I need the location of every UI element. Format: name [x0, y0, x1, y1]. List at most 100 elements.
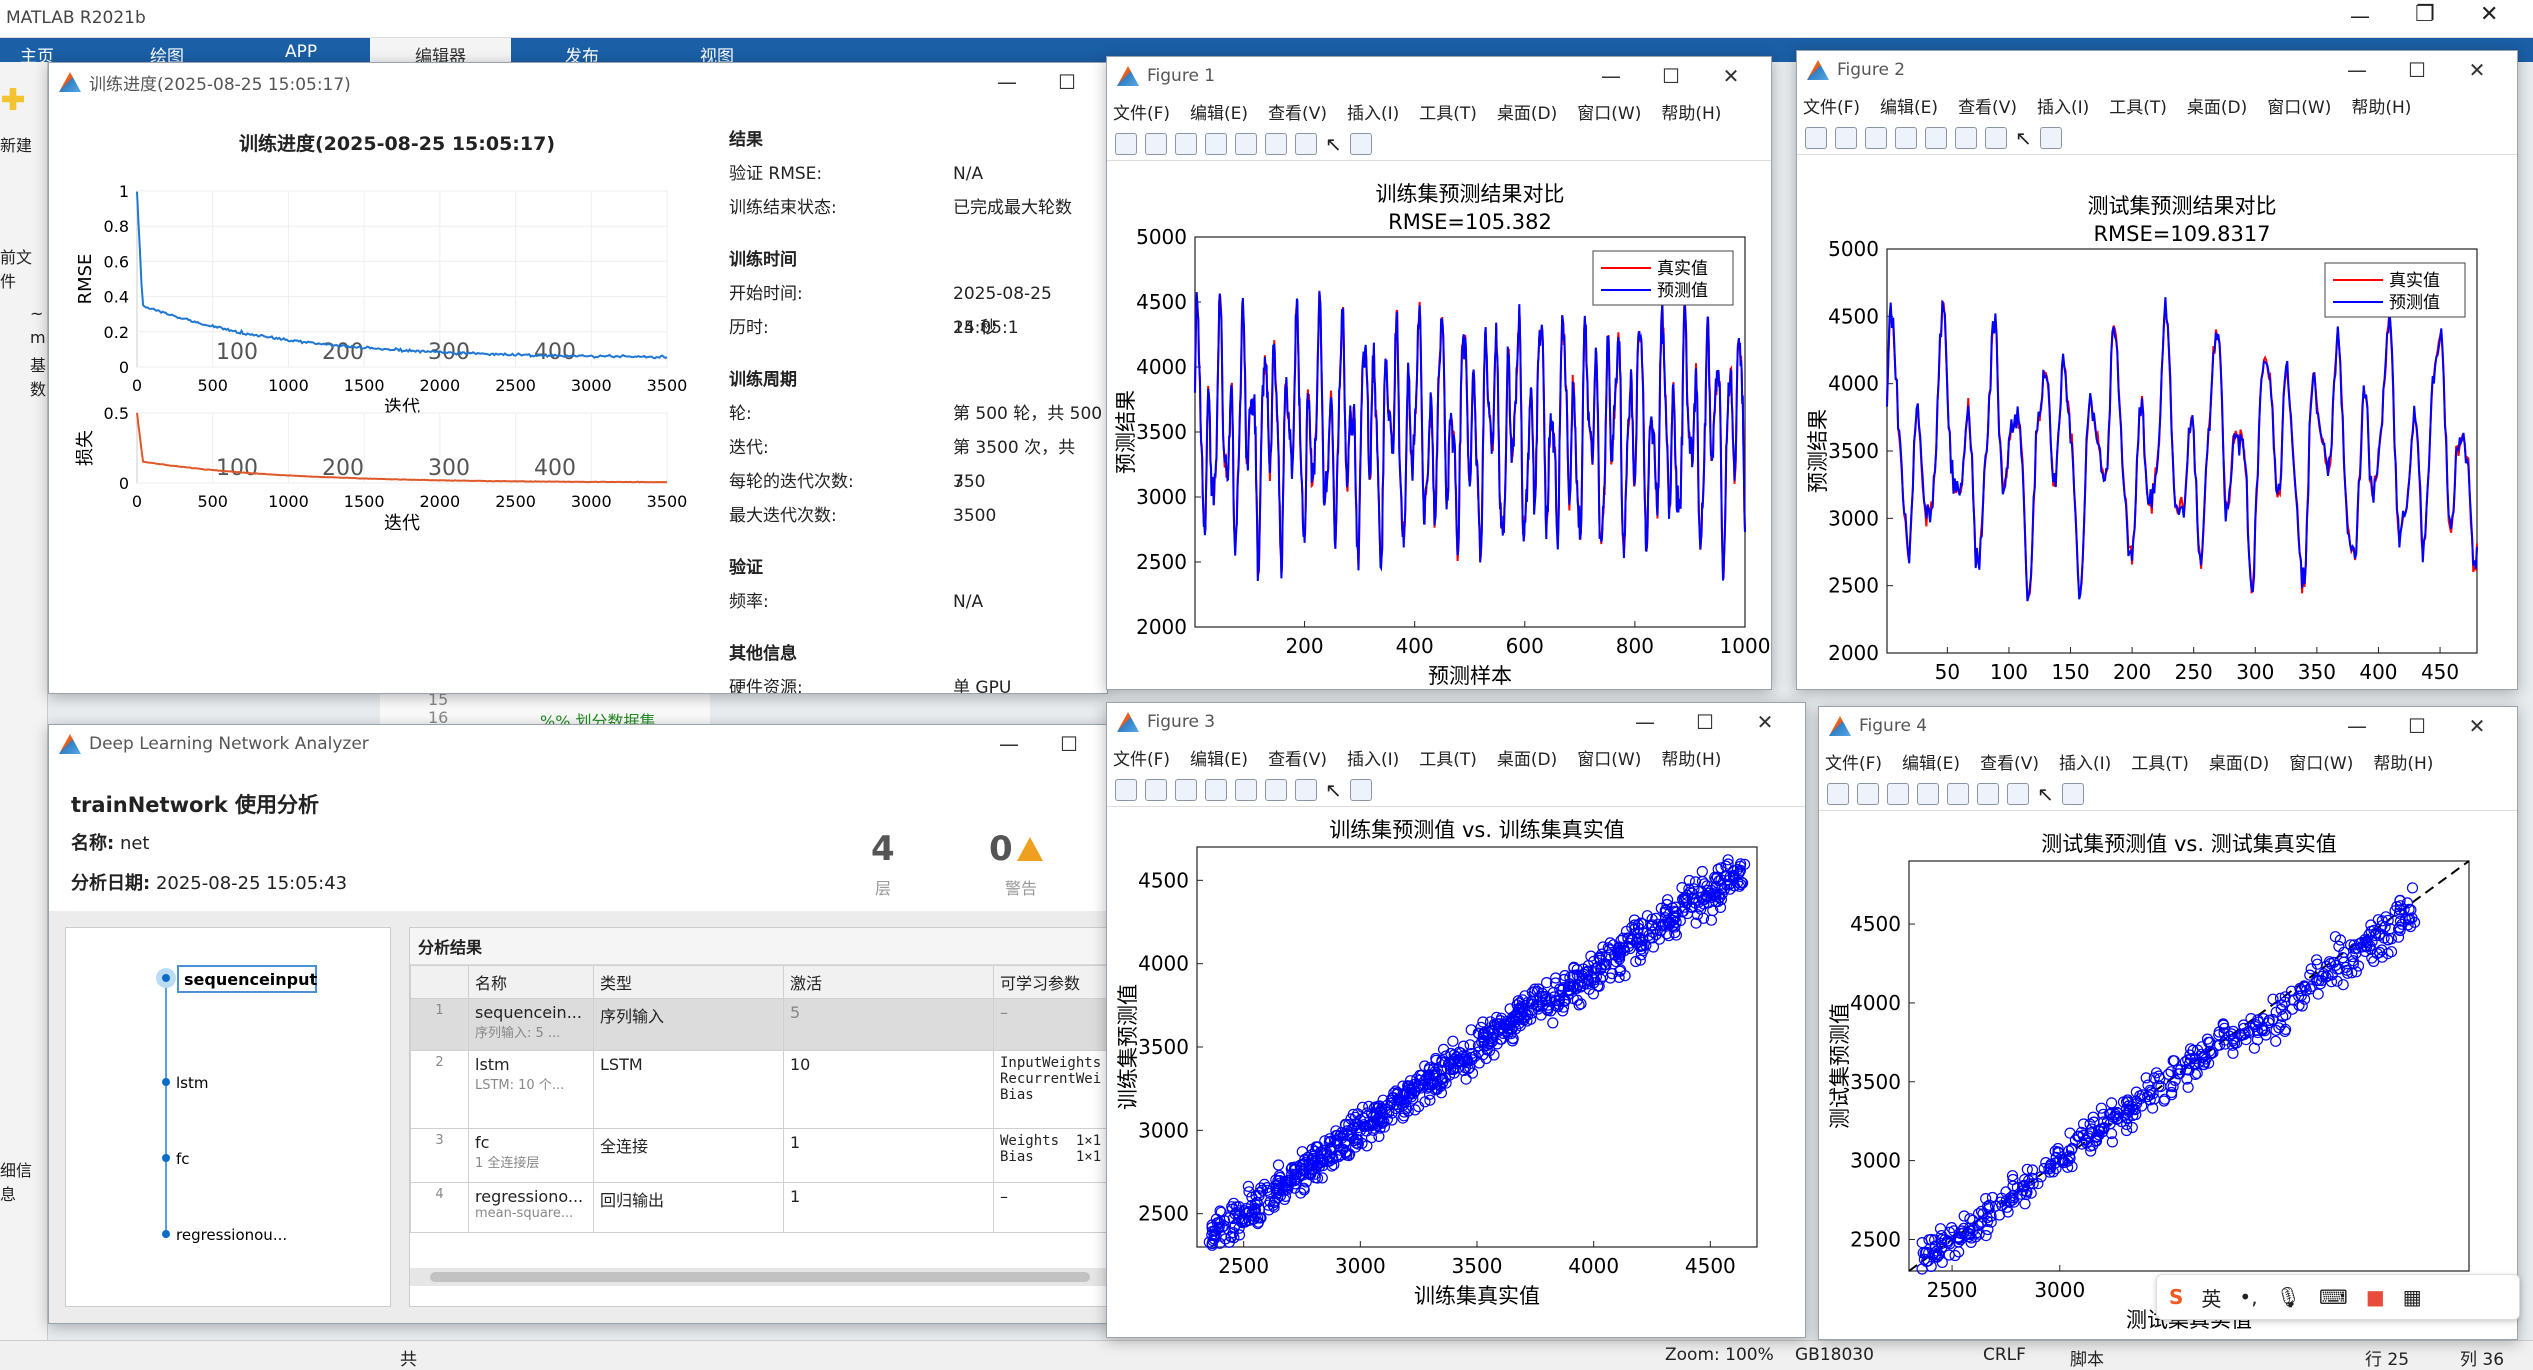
menu-insert[interactable]: 插入(I)	[2059, 749, 2111, 774]
maximize-button[interactable]: ❐	[2415, 2, 2435, 27]
menu-file[interactable]: 文件(F)	[1113, 745, 1170, 770]
maximize-button[interactable]: ☐	[1675, 710, 1735, 734]
print-icon[interactable]	[1205, 778, 1227, 801]
horizontal-scrollbar[interactable]	[410, 1268, 1109, 1286]
menu-file[interactable]: 文件(F)	[1113, 99, 1170, 124]
menu-edit[interactable]: 编辑(E)	[1190, 99, 1248, 124]
maximize-button[interactable]: ☐	[1641, 64, 1701, 88]
figure-3-plot[interactable]: 2500 3000 3500 4000 4500 4500 4000 3500 3000 2500…	[1107, 807, 1806, 1338]
pointer-icon[interactable]: ↖	[1325, 132, 1342, 156]
menu-view[interactable]: 查看(V)	[1268, 99, 1327, 124]
pointer-icon[interactable]: ↖	[2015, 126, 2032, 150]
minimize-button[interactable]: —	[1581, 64, 1641, 88]
property-editor-icon[interactable]	[2039, 126, 2062, 149]
link-icon[interactable]	[1947, 782, 1969, 805]
menu-window[interactable]: 窗口(W)	[2267, 93, 2331, 118]
menu-desktop[interactable]: 桌面(D)	[2187, 93, 2247, 118]
link-icon[interactable]	[1235, 778, 1257, 801]
save-icon[interactable]	[1175, 132, 1197, 155]
save-icon[interactable]	[1865, 126, 1887, 149]
menu-tools[interactable]: 工具(T)	[2109, 93, 2167, 118]
close-button[interactable]: ✕	[1701, 64, 1761, 88]
legend-icon[interactable]	[1295, 132, 1317, 155]
file-item-3[interactable]: 基	[30, 352, 46, 376]
menu-desktop[interactable]: 桌面(D)	[2209, 749, 2269, 774]
new-icon[interactable]	[2, 88, 24, 110]
punctuation-icon[interactable]: •,	[2239, 1285, 2257, 1309]
graph-label-3[interactable]: fc	[176, 1150, 190, 1168]
menu-tools[interactable]: 工具(T)	[1419, 745, 1477, 770]
table-row[interactable]: 4 regressiono... mean-square... 回归输出 1 –	[410, 1182, 1109, 1233]
menu-desktop[interactable]: 桌面(D)	[1497, 99, 1557, 124]
col-activations[interactable]: 激活	[783, 965, 994, 999]
menu-edit[interactable]: 编辑(E)	[1190, 745, 1248, 770]
save-icon[interactable]	[1887, 782, 1909, 805]
close-button[interactable]: ✕	[1735, 710, 1795, 734]
toolbox-icon[interactable]: ▦	[2403, 1285, 2422, 1309]
col-name[interactable]: 名称	[468, 965, 594, 999]
pointer-icon[interactable]: ↖	[1325, 778, 1342, 802]
legend-icon[interactable]	[2007, 782, 2029, 805]
menu-view[interactable]: 查看(V)	[1980, 749, 2039, 774]
close-button[interactable]: ✕	[2447, 714, 2507, 738]
sogou-logo-icon[interactable]: S	[2169, 1285, 2183, 1309]
graph-node-2[interactable]	[162, 1078, 170, 1086]
table-row[interactable]: 3 fc 1 全连接层 全连接 1 Weights 1×1 Bias 1×1	[410, 1128, 1109, 1183]
minimize-button[interactable]: —	[2327, 58, 2387, 82]
skin-icon[interactable]: ■	[2366, 1285, 2385, 1309]
maximize-button[interactable]: ☐	[2387, 714, 2447, 738]
open-icon[interactable]	[1857, 782, 1879, 805]
menu-window[interactable]: 窗口(W)	[1577, 99, 1641, 124]
minimize-button[interactable]: —	[979, 732, 1039, 756]
menu-help[interactable]: 帮助(H)	[2373, 749, 2433, 774]
file-item-4[interactable]: 数	[30, 376, 46, 400]
figure-1-plot[interactable]: 200 400 600 800 1000 5000 4500 4000 3500 3000 2500…	[1107, 161, 1772, 690]
menu-help[interactable]: 帮助(H)	[1661, 745, 1721, 770]
menu-desktop[interactable]: 桌面(D)	[1497, 745, 1557, 770]
keyboard-icon[interactable]: ⌨	[2319, 1285, 2348, 1309]
tab-editor[interactable]: 编辑器	[370, 38, 511, 67]
menu-view[interactable]: 查看(V)	[1268, 745, 1327, 770]
tab-apps[interactable]: APP	[285, 42, 317, 62]
property-editor-icon[interactable]	[2061, 782, 2084, 805]
menu-window[interactable]: 窗口(W)	[1577, 745, 1641, 770]
maximize-button[interactable]: ☐	[1037, 70, 1097, 94]
print-icon[interactable]	[1917, 782, 1939, 805]
col-type[interactable]: 类型	[593, 965, 784, 999]
graph-label-2[interactable]: lstm	[176, 1074, 208, 1092]
new-figure-icon[interactable]	[1827, 782, 1849, 805]
minimize-button[interactable]: —	[977, 70, 1037, 94]
graph-node-4[interactable]	[162, 1230, 170, 1238]
new-label[interactable]: 新建	[0, 132, 32, 156]
file-item-1[interactable]: ~	[30, 304, 43, 323]
link-icon[interactable]	[1925, 126, 1947, 149]
new-figure-icon[interactable]	[1115, 778, 1137, 801]
legend-icon[interactable]	[1295, 778, 1317, 801]
link-icon[interactable]	[1235, 132, 1257, 155]
new-figure-icon[interactable]	[1115, 132, 1137, 155]
print-icon[interactable]	[1895, 126, 1917, 149]
menu-insert[interactable]: 插入(I)	[1347, 745, 1399, 770]
file-item-2[interactable]: m	[30, 328, 46, 347]
ime-toolbar[interactable]: S 英 •, 🎙 ⌨ ■ ▦	[2156, 1274, 2520, 1320]
graph-node-3[interactable]	[162, 1154, 170, 1162]
graph-label-1[interactable]: sequenceinput	[184, 970, 318, 989]
menu-insert[interactable]: 插入(I)	[1347, 99, 1399, 124]
maximize-button[interactable]: ☐	[2387, 58, 2447, 82]
menu-view[interactable]: 查看(V)	[1958, 93, 2017, 118]
menu-file[interactable]: 文件(F)	[1803, 93, 1860, 118]
menu-tools[interactable]: 工具(T)	[1419, 99, 1477, 124]
minimize-button[interactable]: —	[1615, 710, 1675, 734]
table-row[interactable]: 1 sequencein... 序列输入: 5 ... 序列输入 5 –	[410, 998, 1109, 1051]
maximize-button[interactable]: ☐	[1039, 732, 1099, 756]
new-figure-icon[interactable]	[1805, 126, 1827, 149]
menu-help[interactable]: 帮助(H)	[1661, 99, 1721, 124]
colorbar-icon[interactable]	[1977, 782, 1999, 805]
pointer-icon[interactable]: ↖	[2037, 782, 2054, 806]
open-icon[interactable]	[1145, 132, 1167, 155]
menu-window[interactable]: 窗口(W)	[2289, 749, 2353, 774]
layer-graph-panel[interactable]: sequenceinput lstm fc regressionou...	[65, 927, 391, 1307]
property-editor-icon[interactable]	[1349, 778, 1372, 801]
save-icon[interactable]	[1175, 778, 1197, 801]
colorbar-icon[interactable]	[1265, 778, 1287, 801]
